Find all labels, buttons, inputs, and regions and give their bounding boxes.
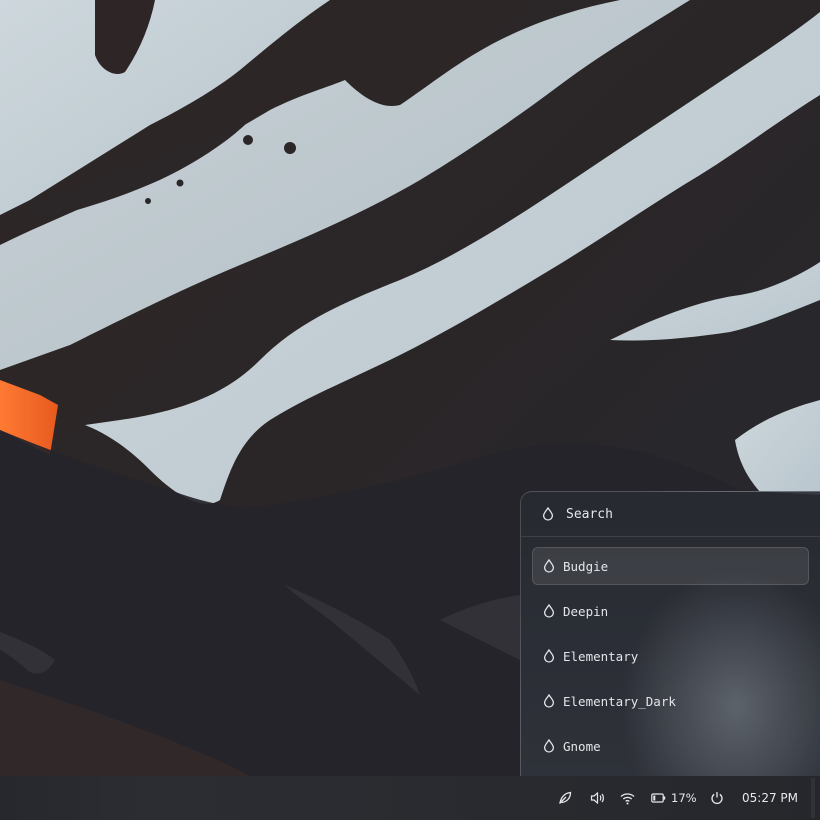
- wifi-button[interactable]: [620, 776, 635, 820]
- drop-icon: [543, 559, 555, 573]
- volume-button[interactable]: [590, 776, 605, 820]
- launcher-item-label: Deepin: [563, 603, 609, 619]
- launcher-item-deepin[interactable]: Deepin: [532, 592, 809, 630]
- power-button[interactable]: [710, 776, 724, 820]
- drop-icon: [543, 649, 555, 663]
- drop-icon: [543, 739, 555, 753]
- clock[interactable]: 05:27 PM: [742, 776, 798, 820]
- battery-percent: 17%: [671, 791, 697, 805]
- leaf-button[interactable]: [558, 776, 572, 820]
- launcher-item-label: Gnome: [563, 738, 601, 754]
- leaf-icon: [559, 791, 572, 804]
- battery-icon: [651, 793, 666, 803]
- launcher-item-label: Budgie: [563, 558, 609, 574]
- drop-icon: [543, 604, 555, 618]
- taskbar-edge: [811, 778, 815, 818]
- app-launcher-menu: Search Budgie Deepin Elementary Elementa…: [520, 491, 820, 776]
- wifi-icon: [620, 792, 635, 804]
- drop-icon: [543, 694, 555, 708]
- drop-icon: [542, 507, 554, 521]
- launcher-item-gnome[interactable]: Gnome: [532, 727, 809, 765]
- launcher-item-budgie[interactable]: Budgie: [532, 547, 809, 585]
- clock-text: 05:27 PM: [742, 791, 798, 805]
- taskbar: 17% 05:27 PM: [0, 776, 820, 820]
- volume-icon: [590, 791, 604, 805]
- battery-indicator[interactable]: 17%: [651, 776, 697, 820]
- launcher-item-elementary-dark[interactable]: Elementary_Dark: [532, 682, 809, 720]
- launcher-item-label: Elementary_Dark: [563, 693, 676, 709]
- search-placeholder: Search: [566, 506, 613, 522]
- launcher-item-label: Elementary: [563, 648, 639, 664]
- launcher-item-elementary[interactable]: Elementary: [532, 637, 809, 675]
- power-icon: [711, 792, 723, 805]
- search-bar[interactable]: Search: [521, 492, 820, 537]
